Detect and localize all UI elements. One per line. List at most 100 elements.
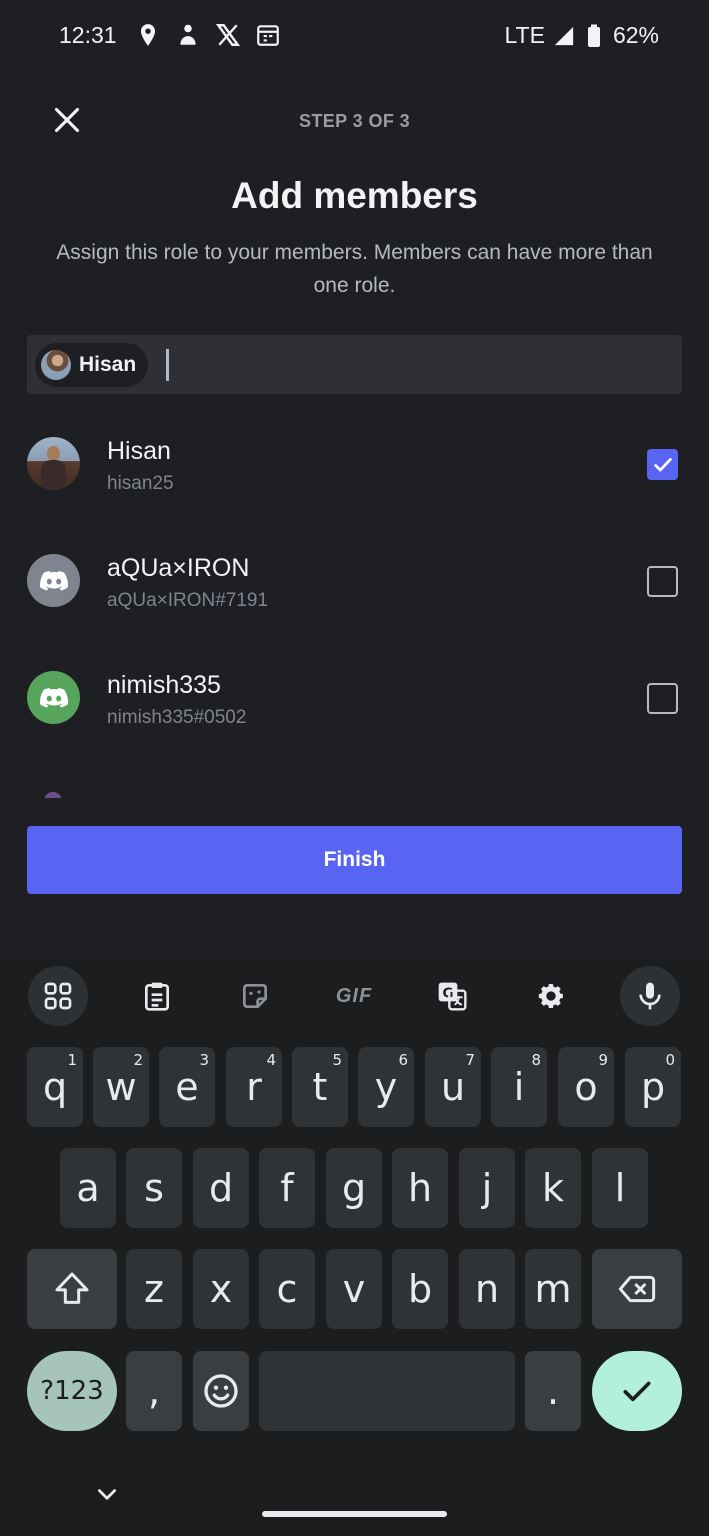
apps-grid-icon	[44, 982, 72, 1010]
member-row[interactable]: nimish335 nimish335#0502	[0, 671, 709, 781]
member-name: Hisan	[107, 437, 171, 465]
key-z[interactable]: z	[126, 1249, 182, 1329]
key-label: u	[440, 1065, 466, 1109]
member-name: nimish335	[107, 671, 221, 699]
clipboard-icon	[145, 982, 169, 1011]
key-o[interactable]: o9	[558, 1047, 614, 1127]
member-row-partial[interactable]	[0, 790, 709, 798]
member-checkbox[interactable]	[647, 566, 678, 597]
key-f[interactable]: f	[259, 1148, 315, 1228]
calendar-icon	[257, 25, 279, 46]
key-hint: 8	[531, 1051, 541, 1069]
key-r[interactable]: r4	[226, 1047, 282, 1127]
status-bar: 12:31 LTE 62%	[0, 0, 709, 72]
key-hint: 7	[465, 1051, 475, 1069]
step-indicator: STEP 3 OF 3	[298, 111, 411, 131]
key-b[interactable]: b	[392, 1249, 448, 1329]
key-hint: 3	[199, 1051, 209, 1069]
key-hint: 6	[398, 1051, 408, 1069]
key-k[interactable]: k	[525, 1148, 581, 1228]
backspace-key[interactable]	[592, 1249, 682, 1329]
checkmark-icon	[653, 457, 672, 471]
member-checkbox[interactable]	[647, 449, 678, 480]
key-a[interactable]: a	[60, 1148, 116, 1228]
gesture-nav-handle[interactable]	[262, 1511, 447, 1517]
avatar	[27, 671, 80, 724]
comma-key[interactable]: ,	[126, 1351, 182, 1431]
key-u[interactable]: u7	[425, 1047, 481, 1127]
key-j[interactable]: j	[459, 1148, 515, 1228]
avatar	[27, 554, 80, 607]
key-hint: 2	[133, 1051, 143, 1069]
chip-avatar	[41, 349, 71, 380]
member-checkbox[interactable]	[647, 683, 678, 714]
discord-logo-icon	[39, 570, 68, 591]
page-subtitle: Assign this role to your members. Member…	[56, 241, 653, 297]
key-label: w	[105, 1065, 137, 1109]
hide-keyboard-chevron-icon[interactable]	[94, 1482, 120, 1508]
discord-logo-icon	[39, 687, 68, 708]
key-label: t	[312, 1065, 328, 1109]
gif-label: GIF	[335, 984, 373, 1007]
enter-key[interactable]	[592, 1351, 682, 1431]
key-e[interactable]: e3	[159, 1047, 215, 1127]
key-m[interactable]: m	[525, 1249, 581, 1329]
member-row[interactable]: Hisan hisan25	[0, 437, 709, 547]
person-icon	[180, 24, 196, 45]
settings-button[interactable]	[521, 966, 581, 1026]
key-c[interactable]: c	[259, 1249, 315, 1329]
member-handle: aQUa×IRON#7191	[107, 590, 269, 611]
period-key[interactable]: .	[525, 1351, 581, 1431]
member-list: Hisan hisan25 aQUa×IRON aQUa×IRON#7191 n…	[0, 410, 709, 798]
key-q[interactable]: q1	[27, 1047, 83, 1127]
gif-button[interactable]: GIF	[324, 966, 384, 1026]
page-title: Add members	[231, 175, 478, 216]
location-pin-icon	[140, 24, 156, 46]
member-row[interactable]: aQUa×IRON aQUa×IRON#7191	[0, 554, 709, 664]
member-search-input[interactable]: Hisan	[27, 335, 682, 394]
key-t[interactable]: t5	[292, 1047, 348, 1127]
signal-icon	[554, 26, 574, 45]
svg-text:G: G	[443, 986, 454, 1001]
avatar	[44, 792, 62, 798]
key-label: q	[42, 1065, 68, 1109]
battery-percent: 62%	[612, 22, 659, 48]
key-label: r	[246, 1065, 262, 1109]
key-d[interactable]: d	[193, 1148, 249, 1228]
network-label: LTE	[504, 22, 545, 48]
key-label: p	[640, 1065, 666, 1109]
key-g[interactable]: g	[326, 1148, 382, 1228]
key-label: e	[175, 1065, 199, 1109]
shift-key[interactable]	[27, 1249, 117, 1329]
key-p[interactable]: p0	[625, 1047, 681, 1127]
symbols-key[interactable]: ?123	[27, 1351, 117, 1431]
key-h[interactable]: h	[392, 1148, 448, 1228]
key-label: i	[513, 1065, 525, 1109]
key-hint: 0	[665, 1051, 675, 1069]
x-logo-icon	[215, 24, 241, 46]
space-key[interactable]	[259, 1351, 515, 1431]
key-l[interactable]: l	[592, 1148, 648, 1228]
key-y[interactable]: y6	[358, 1047, 414, 1127]
status-time: 12:31	[59, 22, 117, 48]
selected-member-chip[interactable]: Hisan	[35, 342, 149, 387]
keyboard: GIF G q1 w2 e3 r4 t5 y6 u7 i8 o9 p0 a s …	[0, 958, 709, 1536]
voice-input-button[interactable]	[620, 966, 680, 1026]
translate-button[interactable]: G	[422, 966, 482, 1026]
key-v[interactable]: v	[326, 1249, 382, 1329]
clipboard-button[interactable]	[127, 966, 187, 1026]
emoji-key[interactable]	[193, 1351, 249, 1431]
key-n[interactable]: n	[459, 1249, 515, 1329]
key-s[interactable]: s	[126, 1148, 182, 1228]
apps-button[interactable]	[28, 966, 88, 1026]
status-right: LTE 62%	[504, 22, 659, 49]
key-hint: 5	[332, 1051, 342, 1069]
finish-button[interactable]: Finish	[27, 826, 682, 894]
sticker-button[interactable]	[225, 966, 285, 1026]
chip-label: Hisan	[79, 352, 137, 376]
key-i[interactable]: i8	[491, 1047, 547, 1127]
settings-gear-icon	[538, 984, 563, 1008]
key-x[interactable]: x	[193, 1249, 249, 1329]
key-w[interactable]: w2	[93, 1047, 149, 1127]
emoji-icon	[204, 1374, 238, 1408]
